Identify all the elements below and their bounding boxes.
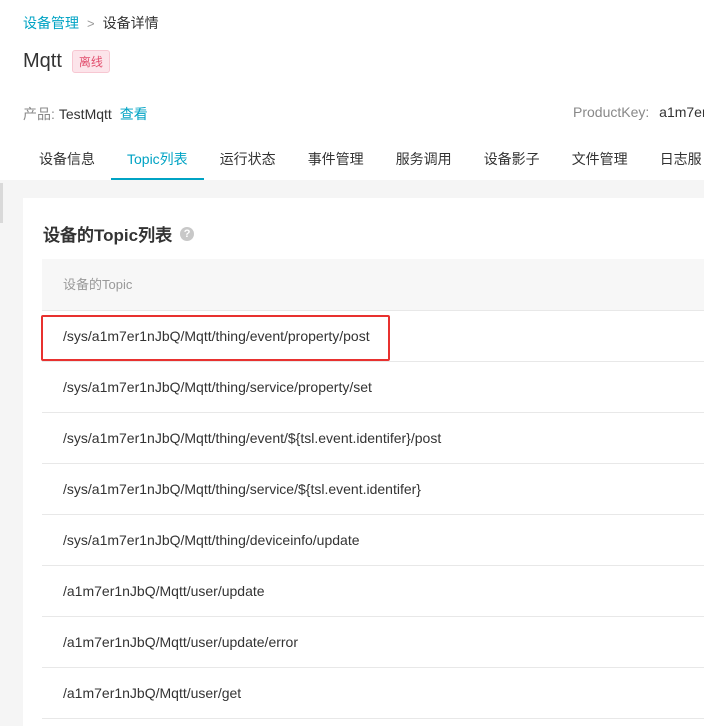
tab-running-status[interactable]: 运行状态 — [204, 140, 292, 180]
chevron-right-icon: > — [87, 15, 95, 31]
table-row: /sys/a1m7er1nJbQ/Mqtt/thing/service/${ts… — [42, 464, 704, 515]
tab-bar: 设备信息 Topic列表 运行状态 事件管理 服务调用 设备影子 文件管理 日志… — [23, 140, 704, 180]
table-row: /a1m7er1nJbQ/Mqtt/user/update/error — [42, 617, 704, 668]
table-row: /a1m7er1nJbQ/Mqtt/user/update — [42, 566, 704, 617]
table-header: 设备的Topic — [42, 259, 704, 311]
tab-file-management[interactable]: 文件管理 — [556, 140, 644, 180]
table-row: /sys/a1m7er1nJbQ/Mqtt/thing/deviceinfo/u… — [42, 515, 704, 566]
product-info: 产品: TestMqtt 查看 — [23, 104, 148, 124]
breadcrumb-device-management-link[interactable]: 设备管理 — [23, 13, 79, 33]
question-circle-icon[interactable]: ? — [180, 226, 195, 241]
status-badge: 离线 — [71, 50, 110, 73]
product-key-info: ProductKey: a1m7er — [573, 104, 704, 120]
tab-device-info[interactable]: 设备信息 — [23, 140, 111, 180]
title-row: Mqtt 离线 — [23, 50, 110, 73]
tab-event-management[interactable]: 事件管理 — [292, 140, 380, 180]
tab-topic-list[interactable]: Topic列表 — [111, 140, 204, 180]
breadcrumb: 设备管理 > 设备详情 — [23, 13, 159, 33]
table-row: /sys/a1m7er1nJbQ/Mqtt/thing/event/${tsl.… — [42, 413, 704, 464]
table-row: /a1m7er1nJbQ/Mqtt/user/get — [42, 668, 704, 719]
product-name: TestMqtt — [58, 106, 112, 122]
page-title: Mqtt — [23, 50, 62, 72]
tab-device-shadow[interactable]: 设备影子 — [468, 140, 556, 180]
section-title: 设备的Topic列表 ? — [43, 221, 195, 246]
breadcrumb-current: 设备详情 — [102, 15, 159, 31]
product-key-value: a1m7er — [659, 104, 704, 120]
topic-table: 设备的Topic /sys/a1m7er1nJbQ/Mqtt/thing/eve… — [42, 259, 704, 719]
sidebar-edge — [0, 183, 3, 223]
tab-service-call[interactable]: 服务调用 — [380, 140, 468, 180]
product-label: 产品: — [23, 106, 55, 122]
table-row: /sys/a1m7er1nJbQ/Mqtt/thing/service/prop… — [42, 362, 704, 413]
section-title-text: 设备的Topic列表 — [43, 226, 173, 245]
product-view-link[interactable]: 查看 — [120, 104, 148, 124]
table-row: /sys/a1m7er1nJbQ/Mqtt/thing/event/proper… — [42, 311, 704, 362]
product-key-label: ProductKey: — [573, 104, 650, 120]
tab-log-service[interactable]: 日志服 — [644, 140, 704, 180]
